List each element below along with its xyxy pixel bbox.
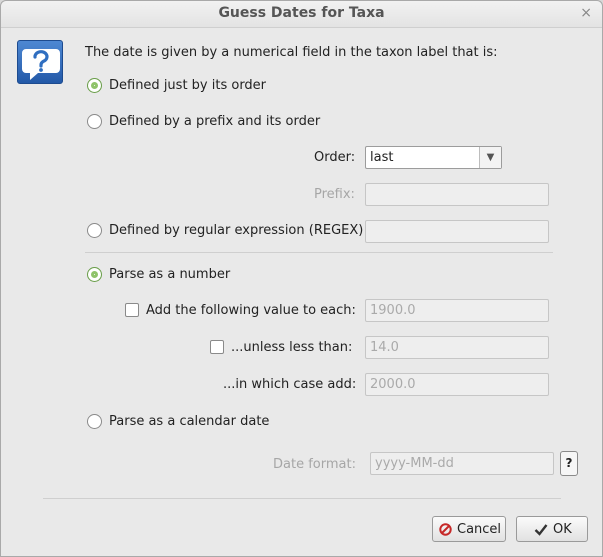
- add-value-input[interactable]: 1900.0: [365, 299, 549, 322]
- separator: [85, 252, 553, 253]
- unless-checkbox[interactable]: [210, 340, 224, 354]
- regex-input[interactable]: [365, 220, 549, 243]
- date-format-input[interactable]: yyyy-MM-dd: [370, 452, 554, 475]
- title-bar: Guess Dates for Taxa ×: [1, 1, 602, 28]
- chevron-down-icon[interactable]: ▼: [479, 147, 501, 168]
- ok-button[interactable]: OK: [516, 516, 588, 542]
- cancel-button[interactable]: Cancel: [432, 516, 506, 542]
- radio-parse-calendar-label[interactable]: Parse as a calendar date: [109, 414, 269, 429]
- date-format-help-button[interactable]: ?: [560, 451, 578, 476]
- order-select-value: last: [370, 150, 394, 165]
- dialog-title: Guess Dates for Taxa: [218, 5, 385, 21]
- date-format-label: Date format:: [273, 457, 356, 472]
- radio-order[interactable]: [87, 78, 102, 93]
- order-select[interactable]: last ▼: [365, 146, 502, 169]
- order-label: Order:: [314, 150, 356, 165]
- radio-prefix-order-label[interactable]: Defined by a prefix and its order: [109, 114, 320, 129]
- cancel-icon: [439, 523, 452, 536]
- radio-regex-label[interactable]: Defined by regular expression (REGEX): [109, 223, 363, 238]
- radio-prefix-order[interactable]: [87, 114, 102, 129]
- unless-label[interactable]: ...unless less than:: [231, 340, 352, 355]
- checkmark-icon: [534, 524, 548, 536]
- add-value-checkbox[interactable]: [125, 303, 139, 317]
- description-text: The date is given by a numerical field i…: [85, 45, 498, 60]
- add-value-label[interactable]: Add the following value to each:: [146, 303, 356, 318]
- close-icon[interactable]: ×: [580, 5, 592, 21]
- radio-parse-calendar[interactable]: [87, 414, 102, 429]
- radio-order-label[interactable]: Defined just by its order: [109, 78, 266, 93]
- prefix-label: Prefix:: [314, 187, 355, 202]
- ok-button-label: OK: [553, 522, 572, 537]
- radio-regex[interactable]: [87, 223, 102, 238]
- cancel-button-label: Cancel: [457, 522, 502, 537]
- in-which-input[interactable]: 2000.0: [365, 373, 549, 396]
- unless-input[interactable]: 14.0: [365, 336, 549, 359]
- radio-parse-number[interactable]: [87, 267, 102, 282]
- guess-dates-dialog: Guess Dates for Taxa × The date is given…: [0, 0, 603, 557]
- prefix-input[interactable]: [365, 183, 549, 206]
- in-which-label: ...in which case add:: [223, 377, 357, 392]
- radio-parse-number-label[interactable]: Parse as a number: [109, 267, 230, 282]
- bottom-separator: [43, 498, 561, 499]
- question-icon: [17, 40, 63, 84]
